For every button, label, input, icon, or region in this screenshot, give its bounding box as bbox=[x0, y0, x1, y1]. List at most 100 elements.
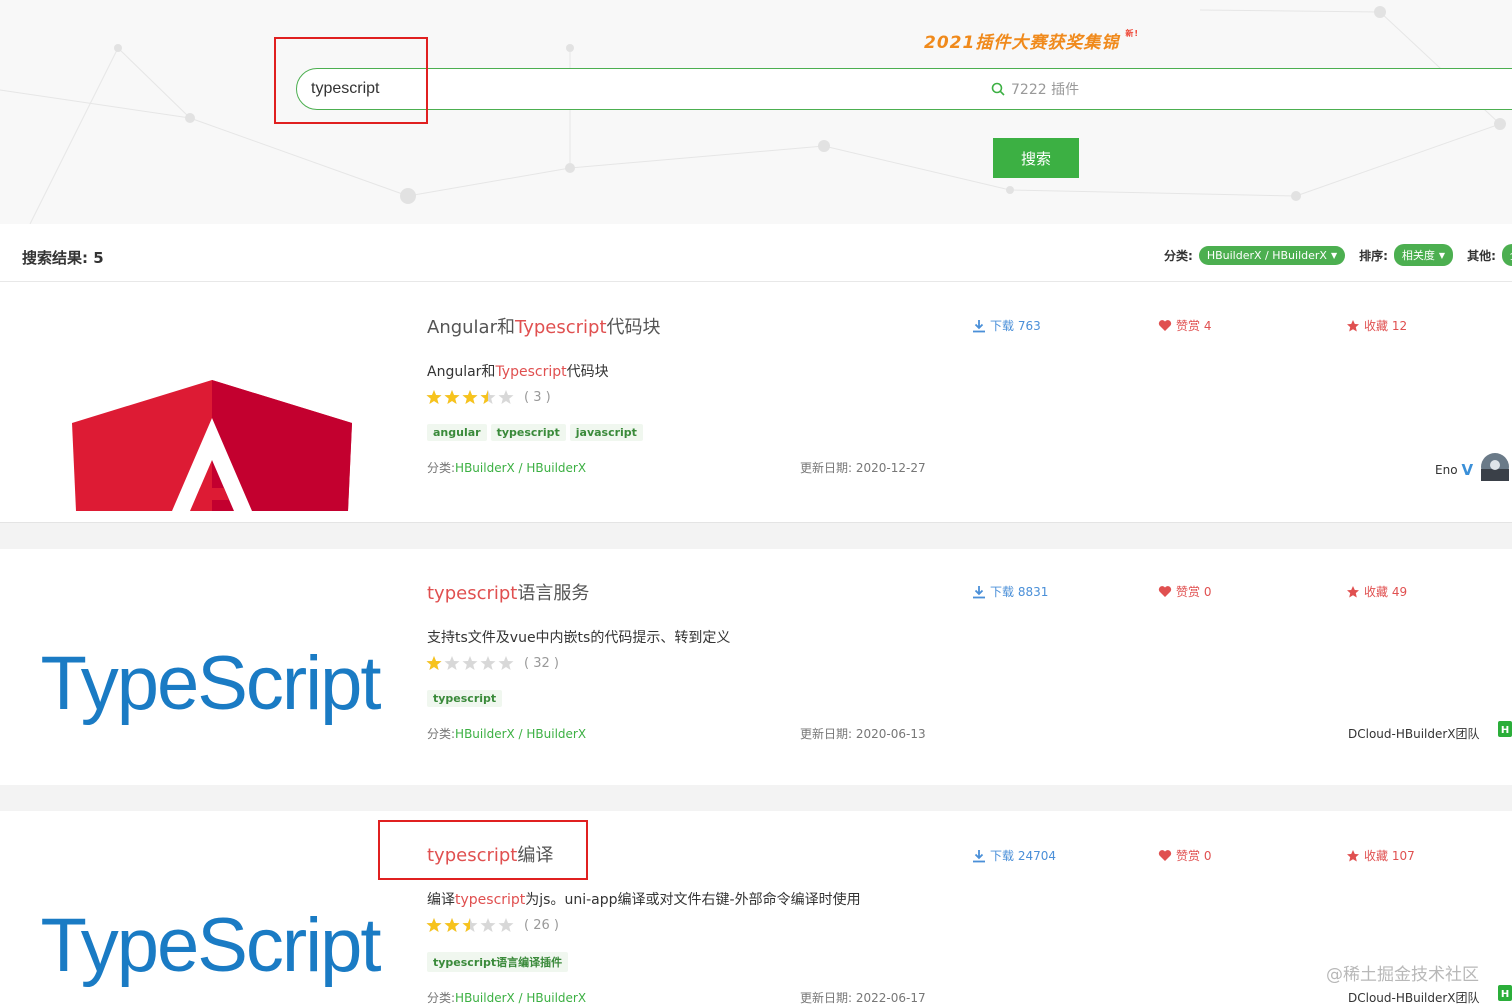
rating-star-icon bbox=[480, 390, 496, 404]
hbuilder-icon: H bbox=[1497, 720, 1512, 737]
tag-list: typescript bbox=[427, 690, 506, 707]
result-count: 搜索结果: 5 bbox=[22, 249, 104, 267]
rating-star-icon bbox=[498, 918, 514, 932]
title-text: Angular和 bbox=[427, 317, 515, 338]
like-text: 赞赏 0 bbox=[1176, 585, 1212, 599]
title-highlight: Typescript bbox=[515, 317, 607, 338]
sort-filter-label: 排序: bbox=[1359, 248, 1388, 263]
tag-list: angular typescript javascript bbox=[427, 424, 647, 441]
plugin-title[interactable]: Angular和Typescript代码块 bbox=[427, 313, 661, 339]
category-filter[interactable]: HBuilderX / HBuilderX ▼ bbox=[1198, 245, 1346, 265]
tag[interactable]: typescript bbox=[490, 424, 566, 441]
plugin-card[interactable]: TypeScript typescript语言服务 支持ts文件及vue中内嵌t… bbox=[0, 549, 1512, 789]
download-text: 下载 24704 bbox=[990, 849, 1056, 863]
rating-count: ( 3 ) bbox=[524, 389, 551, 405]
author-name: DCloud-HBuilderX团队 bbox=[1348, 991, 1480, 1005]
author[interactable]: Eno V bbox=[1435, 453, 1510, 481]
rating-star-icon bbox=[426, 390, 442, 404]
tag[interactable]: typescript bbox=[427, 690, 503, 707]
like-count[interactable]: 赞赏 0 bbox=[1158, 583, 1211, 600]
plugin-card[interactable]: Angular和Typescript代码块 Angular和Typescript… bbox=[0, 283, 1512, 523]
category-link[interactable]: HBuilderX / HBuilderX bbox=[455, 727, 586, 741]
rating-star-icon bbox=[498, 656, 514, 670]
favorite-text: 收藏 12 bbox=[1364, 319, 1408, 333]
star-row bbox=[426, 655, 516, 671]
plugin-category: 分类:HBuilderX / HBuilderX bbox=[427, 725, 586, 742]
plugin-count: 7222 插件 bbox=[1011, 82, 1080, 98]
download-count[interactable]: 下载 763 bbox=[972, 317, 1041, 334]
download-count[interactable]: 下载 8831 bbox=[972, 583, 1048, 600]
search-button[interactable]: 搜索 bbox=[993, 138, 1079, 178]
star-icon bbox=[1347, 849, 1359, 861]
desc-highlight: typescript bbox=[455, 892, 526, 908]
contest-banner[interactable]: 2021插件大赛获奖集锦 新! bbox=[924, 28, 1139, 53]
card-separator bbox=[0, 785, 1512, 811]
update-date: 更新日期: 2022-06-17 bbox=[800, 991, 926, 1005]
title-text: 代码块 bbox=[606, 317, 661, 338]
rating: ( 26 ) bbox=[426, 917, 559, 933]
favorite-text: 收藏 107 bbox=[1364, 849, 1415, 863]
plugin-description: 支持ts文件及vue中内嵌ts的代码提示、转到定义 bbox=[427, 627, 730, 647]
like-count[interactable]: 赞赏 0 bbox=[1158, 847, 1211, 864]
update-date: 更新日期: 2020-12-27 bbox=[800, 461, 926, 475]
sort-filter[interactable]: 相关度 ▼ bbox=[1393, 244, 1454, 266]
banner-text: 2021插件大赛获奖集锦 bbox=[924, 33, 1120, 53]
star-icon bbox=[1347, 319, 1359, 331]
download-count[interactable]: 下载 24704 bbox=[972, 847, 1056, 864]
rating-count: ( 32 ) bbox=[524, 655, 559, 671]
tag[interactable]: typescript语言编译插件 bbox=[427, 952, 569, 972]
favorite-count[interactable]: 收藏 107 bbox=[1346, 847, 1415, 864]
tag[interactable]: angular bbox=[427, 424, 487, 441]
rating: ( 3 ) bbox=[426, 389, 551, 405]
search-box: 7222 插件 bbox=[296, 68, 1512, 110]
rating-star-icon bbox=[480, 656, 496, 670]
card-separator bbox=[0, 523, 1512, 549]
author[interactable]: DCloud-HBuilderX团队 H bbox=[1348, 984, 1512, 1006]
verified-icon: V bbox=[1461, 461, 1474, 479]
rating: ( 32 ) bbox=[426, 655, 559, 671]
rating-star-icon bbox=[462, 918, 478, 932]
heart-icon bbox=[1158, 850, 1172, 861]
category-filter-label: 分类: bbox=[1164, 248, 1193, 263]
desc-text: 编译 bbox=[427, 892, 455, 908]
desc-highlight: Typescript bbox=[495, 364, 567, 380]
typescript-logo[interactable]: TypeScript bbox=[30, 589, 390, 779]
tag[interactable]: javascript bbox=[569, 424, 643, 441]
category-link[interactable]: HBuilderX / HBuilderX bbox=[455, 461, 586, 475]
author[interactable]: DCloud-HBuilderX团队 H bbox=[1348, 720, 1512, 742]
favorite-count[interactable]: 收藏 12 bbox=[1346, 317, 1407, 334]
plugin-category: 分类:HBuilderX / HBuilderX bbox=[427, 989, 586, 1006]
typescript-logo[interactable]: TypeScript bbox=[30, 851, 390, 1008]
svg-text:H: H bbox=[1500, 989, 1508, 1000]
avatar[interactable] bbox=[1481, 453, 1510, 481]
plugin-title[interactable]: typescript语言服务 bbox=[427, 579, 589, 605]
star-row bbox=[426, 917, 516, 933]
star-row bbox=[426, 389, 516, 405]
svg-text:H: H bbox=[1500, 725, 1508, 736]
rating-star-icon bbox=[444, 390, 460, 404]
sort-filter-value: 相关度 bbox=[1401, 249, 1435, 262]
rating-star-icon bbox=[480, 918, 496, 932]
favorite-count[interactable]: 收藏 49 bbox=[1346, 583, 1407, 600]
search-hero: 2021插件大赛获奖集锦新! 7222 插件 搜索 bbox=[0, 0, 1512, 224]
rating-star-icon bbox=[426, 656, 442, 670]
category-link[interactable]: HBuilderX / HBuilderX bbox=[455, 991, 586, 1005]
search-icon bbox=[991, 82, 1005, 96]
like-count[interactable]: 赞赏 4 bbox=[1158, 317, 1211, 334]
category-filter-value: HBuilderX / HBuilderX bbox=[1206, 248, 1327, 262]
other-filter-label: 其他: bbox=[1467, 248, 1496, 263]
download-icon bbox=[973, 319, 985, 332]
rating-count: ( 26 ) bbox=[524, 917, 559, 933]
download-icon bbox=[973, 585, 985, 598]
favorite-text: 收藏 49 bbox=[1364, 585, 1408, 599]
author-name: Eno bbox=[1435, 463, 1458, 477]
plugin-card[interactable]: TypeScript typescript编译 编译typescript为js。… bbox=[0, 811, 1512, 1008]
result-header: 搜索结果: 5 分类: HBuilderX / HBuilderX ▼ 排序: 相… bbox=[0, 224, 1512, 282]
watermark: @稀土掘金技术社区 bbox=[1326, 965, 1479, 985]
new-badge: 新! bbox=[1125, 29, 1139, 38]
other-filter[interactable]: 全部 bbox=[1501, 244, 1512, 266]
angular-logo[interactable] bbox=[30, 323, 390, 513]
search-hint: 7222 插件 bbox=[991, 79, 1079, 99]
hbuilder-icon: H bbox=[1497, 984, 1512, 1001]
desc-text: 为js。uni-app编译或对文件右键-外部命令编译时使用 bbox=[525, 892, 861, 908]
